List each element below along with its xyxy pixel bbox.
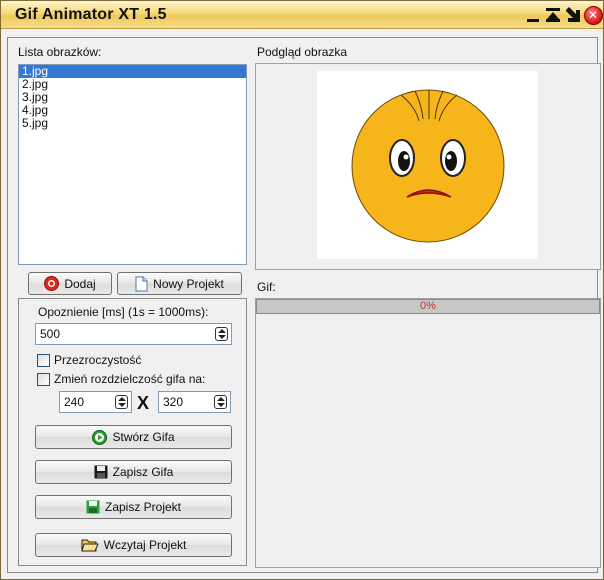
list-item[interactable]: 4.jpg: [19, 104, 246, 117]
arrow-down-right-icon: [566, 7, 580, 22]
gif-panel: [255, 298, 601, 568]
preview-label: Podgląd obrazka: [257, 45, 348, 59]
create-gif-label: Stwórz Gifa: [112, 430, 175, 444]
list-item[interactable]: 3.jpg: [19, 91, 246, 104]
resize-checkbox[interactable]: [37, 373, 50, 386]
new-project-button[interactable]: Nowy Projekt: [117, 272, 242, 295]
delay-input[interactable]: 500: [35, 323, 232, 345]
add-circle-icon: [44, 276, 60, 291]
new-document-icon: [135, 276, 148, 291]
play-circle-icon: [92, 429, 108, 445]
preview-image: [317, 71, 538, 259]
roll-up-button[interactable]: [543, 5, 563, 25]
save-gif-button[interactable]: Zapisz Gifa: [35, 460, 232, 484]
new-project-label: Nowy Projekt: [153, 276, 224, 291]
images-list-label: Lista obrazków:: [18, 45, 102, 59]
delay-label: Opoznienie [ms] (1s = 1000ms):: [38, 305, 209, 319]
minimize-button[interactable]: [523, 5, 543, 25]
load-project-label: Wczytaj Projekt: [103, 538, 187, 552]
width-spinner[interactable]: [115, 395, 128, 409]
save-project-button[interactable]: Zapisz Projekt: [35, 495, 232, 519]
height-spinner[interactable]: [214, 395, 227, 409]
send-to-tray-button[interactable]: [563, 5, 583, 25]
close-button[interactable]: ✕: [583, 5, 603, 25]
preview-panel: [255, 63, 601, 270]
delay-spinner[interactable]: [215, 327, 228, 341]
floppy-disk-icon: [94, 465, 108, 479]
list-item[interactable]: 2.jpg: [19, 78, 246, 91]
width-input[interactable]: 240: [59, 391, 132, 413]
save-project-icon: [86, 500, 100, 514]
roll-up-icon: [546, 8, 560, 22]
add-button-label: Dodaj: [64, 276, 96, 291]
width-value: 240: [64, 395, 85, 409]
open-folder-icon: [80, 539, 99, 552]
images-listbox[interactable]: 1.jpg 2.jpg 3.jpg 4.jpg 5.jpg: [18, 64, 247, 265]
gif-label: Gif:: [257, 280, 276, 294]
add-button[interactable]: Dodaj: [28, 272, 112, 295]
transparency-checkbox[interactable]: [37, 354, 50, 367]
close-icon: ✕: [583, 5, 603, 25]
main-window: Gif Animator XT 1.5 ✕ Lista obrazków: 1.…: [0, 0, 604, 580]
height-value: 320: [163, 395, 184, 409]
create-gif-button[interactable]: Stwórz Gifa: [35, 425, 232, 449]
gif-progress-text: 0%: [420, 300, 436, 312]
save-gif-label: Zapisz Gifa: [112, 465, 174, 479]
list-item[interactable]: 1.jpg: [19, 65, 246, 78]
sad-face-image: [351, 89, 505, 243]
save-project-label: Zapisz Projekt: [104, 500, 182, 514]
times-icon: X: [137, 393, 150, 413]
delay-value: 500: [40, 327, 61, 341]
list-item[interactable]: 5.jpg: [19, 117, 246, 130]
height-input[interactable]: 320: [158, 391, 231, 413]
minimize-icon: [527, 18, 539, 22]
resize-label: Zmień rozdzielczość gifa na:: [54, 372, 206, 386]
title-bar[interactable]: Gif Animator XT 1.5 ✕: [1, 1, 603, 29]
transparency-label: Przezroczystość: [54, 353, 142, 367]
gif-progress-bar: 0%: [256, 299, 600, 314]
window-title: Gif Animator XT 1.5: [15, 6, 167, 23]
load-project-button[interactable]: Wczytaj Projekt: [35, 533, 232, 557]
